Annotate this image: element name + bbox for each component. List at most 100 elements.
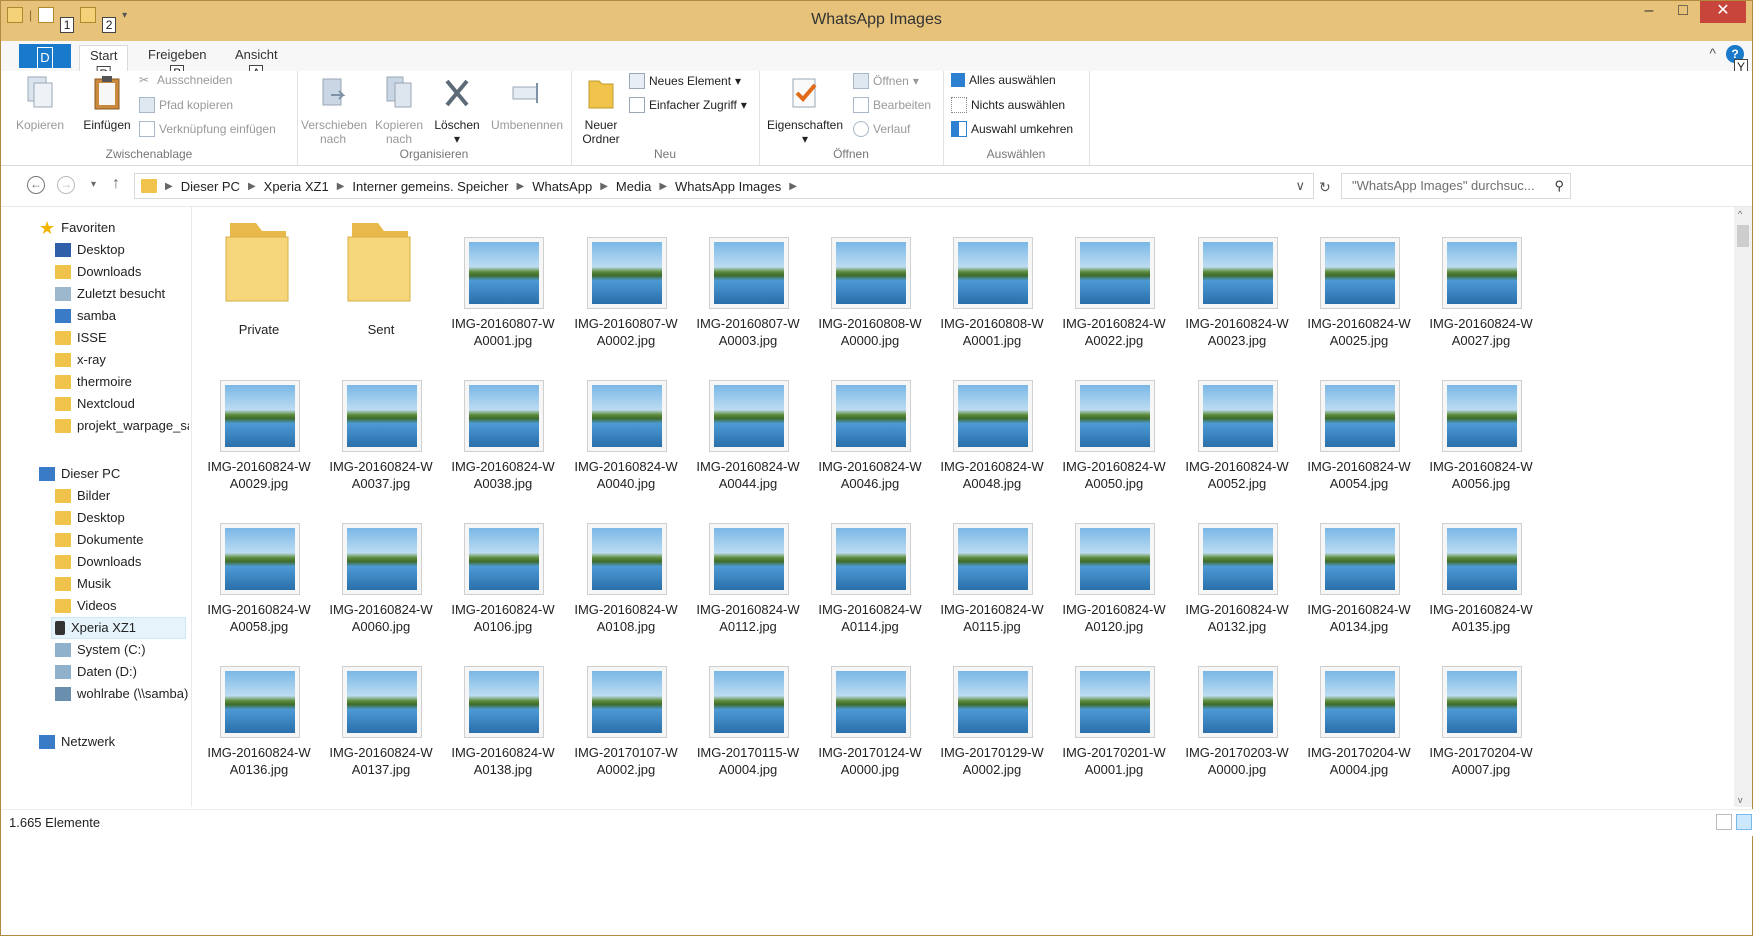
back-button[interactable]: ← (27, 176, 45, 194)
copy-path-button[interactable]: Pfad kopieren (139, 97, 233, 113)
image-tile[interactable]: IMG-20160824-W A0027.jpg (1422, 211, 1540, 351)
tab-share[interactable]: FreigebenB (138, 45, 217, 81)
image-tile[interactable]: IMG-20160824-W A0135.jpg (1422, 497, 1540, 637)
image-tile[interactable]: IMG-20160807-W A0001.jpg (444, 211, 562, 351)
delete-button[interactable]: Löschen ▾ (431, 75, 483, 146)
nav-item[interactable]: Downloads (55, 551, 141, 573)
nav-item[interactable]: Videos (55, 595, 117, 617)
image-tile[interactable]: IMG-20160824-W A0108.jpg (567, 497, 685, 637)
nav-this-pc[interactable]: Dieser PC (39, 463, 120, 485)
minimize-button[interactable]: – (1632, 1, 1666, 23)
select-all-button[interactable]: Alles auswählen (951, 73, 1056, 87)
image-tile[interactable]: IMG-20160808-W A0001.jpg (933, 211, 1051, 351)
image-tile[interactable]: IMG-20160824-W A0138.jpg (444, 640, 562, 780)
refresh-icon[interactable]: ↻ (1319, 179, 1331, 196)
nav-favorites[interactable]: ★ Favoriten (39, 217, 115, 239)
nav-item[interactable]: Daten (D:) (55, 661, 137, 683)
image-tile[interactable]: IMG-20160824-W A0137.jpg (322, 640, 440, 780)
nav-item[interactable]: System (C:) (55, 639, 146, 661)
image-tile[interactable]: IMG-20160824-W A0112.jpg (689, 497, 807, 637)
nav-item[interactable]: thermoire (55, 371, 132, 393)
image-tile[interactable]: IMG-20160824-W A0056.jpg (1422, 354, 1540, 494)
image-tile[interactable]: IMG-20170203-W A0000.jpg (1178, 640, 1296, 780)
rename-button[interactable]: Umbenennen (487, 75, 567, 132)
nav-item[interactable]: ISSE (55, 327, 107, 349)
image-tile[interactable]: IMG-20160824-W A0115.jpg (933, 497, 1051, 637)
image-tile[interactable]: IMG-20160824-W A0037.jpg (322, 354, 440, 494)
breadcrumb-item[interactable]: Media (616, 179, 651, 194)
nav-item[interactable]: x-ray (55, 349, 106, 371)
image-tile[interactable]: IMG-20170107-W A0002.jpg (567, 640, 685, 780)
open-button[interactable]: Öffnen ▾ (853, 73, 919, 89)
nav-item-selected[interactable]: Xperia XZ1 (51, 617, 186, 639)
vertical-scrollbar[interactable]: ^ v (1734, 207, 1752, 807)
new-folder-button[interactable]: Neuer Ordner (577, 75, 625, 146)
nav-item[interactable]: samba (55, 305, 116, 327)
nav-item[interactable]: Musik (55, 573, 111, 595)
image-tile[interactable]: IMG-20160824-W A0023.jpg (1178, 211, 1296, 351)
nav-item[interactable]: wohlrabe (\\samba) (55, 683, 188, 705)
recent-locations-icon[interactable]: ▾ (91, 179, 96, 190)
breadcrumb-item[interactable]: Dieser PC (181, 179, 240, 194)
scroll-down-icon[interactable]: v (1738, 795, 1743, 805)
up-button[interactable]: ↑ (112, 175, 120, 193)
scroll-thumb[interactable] (1737, 225, 1749, 247)
large-icons-view-icon[interactable] (1736, 814, 1752, 830)
breadcrumb-item[interactable]: Interner gemeins. Speicher (352, 179, 508, 194)
image-tile[interactable]: IMG-20160824-W A0134.jpg (1300, 497, 1418, 637)
image-tile[interactable]: IMG-20160824-W A0106.jpg (444, 497, 562, 637)
image-tile[interactable]: IMG-20170204-W A0007.jpg (1422, 640, 1540, 780)
breadcrumb[interactable]: ▶ Dieser PC ▶ Xperia XZ1 ▶ Interner geme… (134, 173, 1314, 199)
invert-selection-button[interactable]: Auswahl umkehren (951, 121, 1073, 137)
paste-shortcut-button[interactable]: Verknüpfung einfügen (139, 121, 276, 137)
image-tile[interactable]: IMG-20160824-W A0114.jpg (811, 497, 929, 637)
search-input[interactable]: "WhatsApp Images" durchsuc... ⚲ (1341, 173, 1571, 199)
image-tile[interactable]: IMG-20160824-W A0060.jpg (322, 497, 440, 637)
image-tile[interactable]: IMG-20160824-W A0040.jpg (567, 354, 685, 494)
folder-tile[interactable]: Sent (322, 211, 440, 351)
image-tile[interactable]: IMG-20160824-W A0025.jpg (1300, 211, 1418, 351)
nav-item[interactable]: Nextcloud (55, 393, 135, 415)
image-tile[interactable]: IMG-20170115-W A0004.jpg (689, 640, 807, 780)
folder-tile[interactable]: Private (200, 211, 318, 351)
image-tile[interactable]: IMG-20160824-W A0054.jpg (1300, 354, 1418, 494)
history-button[interactable]: Verlauf (853, 121, 910, 137)
tab-view[interactable]: AnsichtA (225, 45, 288, 81)
image-tile[interactable]: IMG-20160824-W A0052.jpg (1178, 354, 1296, 494)
image-tile[interactable]: IMG-20160824-W A0029.jpg (200, 354, 318, 494)
details-view-icon[interactable] (1716, 814, 1732, 830)
image-tile[interactable]: IMG-20160824-W A0038.jpg (444, 354, 562, 494)
image-tile[interactable]: IMG-20170129-W A0002.jpg (933, 640, 1051, 780)
maximize-button[interactable]: □ (1666, 1, 1700, 23)
nav-item[interactable]: Bilder (55, 485, 110, 507)
scroll-up-icon[interactable]: ^ (1738, 209, 1742, 219)
breadcrumb-item[interactable]: WhatsApp (532, 179, 592, 194)
image-tile[interactable]: IMG-20160824-W A0046.jpg (811, 354, 929, 494)
image-tile[interactable]: IMG-20160807-W A0002.jpg (567, 211, 685, 351)
nav-item[interactable]: Desktop (55, 239, 125, 261)
forward-button[interactable]: → (57, 176, 75, 194)
cut-button[interactable]: ✂ Ausschneiden (139, 73, 232, 87)
breadcrumb-item[interactable]: WhatsApp Images (675, 179, 781, 194)
image-tile[interactable]: IMG-20170201-W A0001.jpg (1055, 640, 1173, 780)
easy-access-button[interactable]: Einfacher Zugriff ▾ (629, 97, 747, 113)
image-tile[interactable]: IMG-20160824-W A0044.jpg (689, 354, 807, 494)
close-button[interactable]: ✕ (1700, 1, 1746, 23)
nav-item[interactable]: Dokumente (55, 529, 143, 551)
properties-button[interactable]: Eigenschaften ▾ (763, 75, 847, 146)
image-tile[interactable]: IMG-20160824-W A0048.jpg (933, 354, 1051, 494)
chevron-down-icon[interactable]: ∨ (1295, 178, 1305, 194)
select-none-button[interactable]: Nichts auswählen (951, 97, 1065, 113)
move-to-button[interactable]: Verschieben nach (301, 75, 367, 146)
paste-button[interactable]: Einfügen (79, 75, 135, 132)
image-tile[interactable]: IMG-20160824-W A0120.jpg (1055, 497, 1173, 637)
image-tile[interactable]: IMG-20160807-W A0003.jpg (689, 211, 807, 351)
nav-item[interactable]: Downloads (55, 261, 141, 283)
breadcrumb-item[interactable]: Xperia XZ1 (264, 179, 329, 194)
chevron-up-icon[interactable]: ^ (1709, 45, 1716, 61)
nav-item[interactable]: projekt_warpage_sar (55, 415, 189, 437)
new-item-button[interactable]: Neues Element ▾ (629, 73, 741, 89)
image-tile[interactable]: IMG-20170124-W A0000.jpg (811, 640, 929, 780)
copy-to-button[interactable]: Kopieren nach (371, 75, 427, 146)
nav-item[interactable]: Zuletzt besucht (55, 283, 165, 305)
